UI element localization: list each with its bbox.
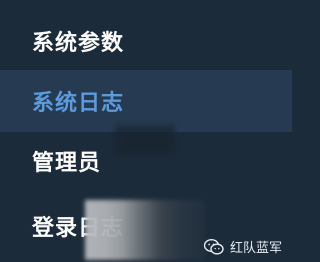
sidebar-item-label: 管理员	[32, 151, 102, 176]
sidebar-item-label: 系统参数	[32, 31, 125, 56]
redaction-blur	[85, 200, 205, 260]
sidebar-item-label: 系统日志	[32, 91, 125, 116]
redaction-blur	[115, 125, 175, 155]
wechat-icon	[203, 238, 224, 255]
watermark: 红队蓝军	[203, 237, 282, 256]
watermark-text: 红队蓝军	[229, 241, 282, 256]
sidebar-item-system-params[interactable]: 系统参数	[0, 10, 292, 72]
sidebar-item-system-log[interactable]: 系统日志	[0, 70, 292, 132]
